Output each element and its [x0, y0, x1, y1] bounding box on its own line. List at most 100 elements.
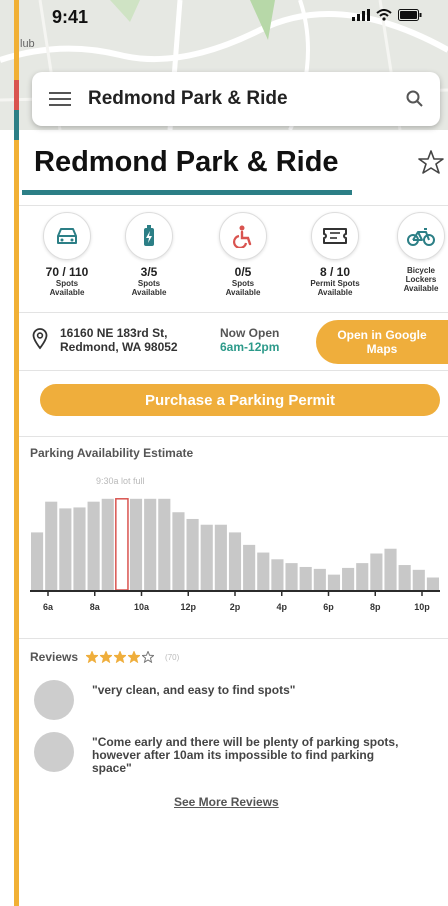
- accent-red-segment: [14, 80, 19, 110]
- review-text: "very clean, and easy to find spots": [92, 683, 296, 697]
- search-icon[interactable]: [390, 72, 440, 126]
- feature-count: 8 / 10: [319, 265, 351, 279]
- chart-bar: [426, 577, 439, 590]
- feature-label: Spots Available: [49, 279, 85, 297]
- hours-text: 6am-12pm: [220, 340, 280, 354]
- review-count: (70): [165, 652, 180, 662]
- left-accent-stripe: [14, 0, 19, 906]
- chart-bar: [200, 524, 213, 590]
- chart-bar: [59, 508, 72, 590]
- purchase-permit-button[interactable]: Purchase a Parking Permit: [40, 384, 440, 416]
- chart-annotation: 9:30a lot full: [96, 476, 145, 486]
- chart-tick-label: 12p: [180, 602, 196, 612]
- hamburger-menu-icon[interactable]: [32, 72, 88, 126]
- wheelchair-icon: [219, 212, 267, 260]
- chart-bar: [101, 498, 114, 590]
- status-icons: [352, 9, 422, 21]
- star-filled-icon: [114, 651, 127, 663]
- feature-accessible-parking[interactable]: 0/5 Spots Available: [198, 212, 288, 297]
- chart-tick-label: 4p: [276, 602, 287, 612]
- location-info-row: 16160 NE 183rd St, Redmond, WA 98052 Now…: [22, 318, 448, 366]
- address-text: 16160 NE 183rd St, Redmond, WA 98052: [60, 326, 178, 354]
- open-status: Now Open 6am-12pm: [220, 326, 279, 354]
- feature-label: Bicycle Lockers Available: [403, 266, 439, 293]
- open-google-maps-button[interactable]: Open in Google Maps: [316, 320, 448, 364]
- chart-bar: [228, 532, 242, 590]
- chart-tick-label: 6p: [323, 602, 334, 612]
- feature-label: Permit Spots Available: [310, 279, 360, 297]
- divider: [19, 312, 448, 313]
- ev-charging-icon: [125, 212, 173, 260]
- divider: [19, 205, 448, 206]
- search-input[interactable]: Redmond Park & Ride: [88, 88, 390, 110]
- chart-tick-label: 10a: [134, 602, 150, 612]
- feature-ev-charging[interactable]: 3/5 Spots Available: [104, 212, 194, 297]
- chart-bar: [129, 498, 143, 590]
- chart-bar: [299, 566, 312, 590]
- chart-bar: [186, 518, 199, 590]
- feature-label: Spots Available: [225, 279, 261, 297]
- chart-tick-label: 2p: [230, 602, 241, 612]
- feature-count: 70 / 110: [45, 265, 89, 279]
- feature-label: Spots Available: [131, 279, 167, 297]
- favorite-star-icon[interactable]: [418, 149, 444, 175]
- review-text: "Come early and there will be plenty of …: [92, 735, 399, 775]
- feature-count: 3/5: [140, 265, 158, 279]
- feature-count: 0/5: [234, 265, 252, 279]
- reviews-title: Reviews: [30, 650, 79, 664]
- chart-bar: [73, 507, 86, 590]
- wifi-icon: [376, 9, 392, 21]
- status-time: 9:41: [52, 7, 89, 27]
- feature-parking-spots[interactable]: 70 / 110 Spots Available: [22, 212, 112, 297]
- status-bar: 9:41: [0, 0, 448, 34]
- chart-bar: [398, 565, 411, 590]
- search-bar[interactable]: Redmond Park & Ride: [32, 72, 440, 126]
- chart-bar: [370, 553, 383, 590]
- star-empty-icon: [142, 651, 155, 663]
- chart-bar-highlighted: [115, 498, 129, 591]
- title-row: Redmond Park & Ride: [34, 140, 444, 184]
- feature-permit-spots[interactable]: 8 / 10 Permit Spots Available: [290, 212, 380, 297]
- chart-tick-label: 8a: [90, 602, 101, 612]
- chart-bar: [412, 569, 425, 590]
- battery-icon: [398, 9, 422, 21]
- map-place-label: lub: [20, 38, 35, 50]
- signal-icon: [352, 9, 370, 21]
- chart-title: Parking Availability Estimate: [30, 446, 194, 460]
- chart-bar: [313, 568, 326, 590]
- chart-tick-label: 6a: [43, 602, 54, 612]
- location-pin-icon: [32, 328, 48, 350]
- chart-bar: [271, 559, 284, 590]
- star-filled-icon: [86, 651, 99, 663]
- divider: [19, 436, 448, 437]
- page-title: Redmond Park & Ride: [34, 145, 339, 178]
- chart-bar: [45, 501, 58, 590]
- divider: [19, 638, 448, 639]
- rating-stars: [86, 651, 155, 663]
- accent-teal-segment: [14, 110, 19, 140]
- chart-bar: [144, 498, 157, 590]
- open-now-label: Now Open: [220, 326, 280, 340]
- chart-bar: [356, 563, 369, 590]
- chart-bar: [31, 532, 44, 590]
- star-filled-icon: [100, 651, 113, 663]
- chart-bar: [384, 548, 397, 590]
- bicycle-icon: [397, 212, 445, 260]
- chart-bar: [214, 524, 227, 590]
- avatar: [34, 680, 74, 720]
- feature-bicycle-lockers[interactable]: Bicycle Lockers Available: [376, 212, 448, 293]
- star-filled-icon: [128, 651, 141, 663]
- car-icon: [43, 212, 91, 260]
- title-underline: [22, 190, 352, 195]
- avatar: [34, 732, 74, 772]
- chart-bar: [257, 552, 270, 590]
- chart-bar: [243, 544, 256, 590]
- chart-bar: [285, 563, 298, 590]
- chart-bar: [172, 512, 185, 590]
- chart-bar: [158, 498, 171, 590]
- see-more-reviews-link[interactable]: See More Reviews: [174, 795, 279, 809]
- permit-ticket-icon: [311, 212, 359, 260]
- reviews-header: Reviews (70): [30, 650, 179, 664]
- chart-tick-label: 8p: [370, 602, 381, 612]
- chart-bar: [342, 567, 355, 590]
